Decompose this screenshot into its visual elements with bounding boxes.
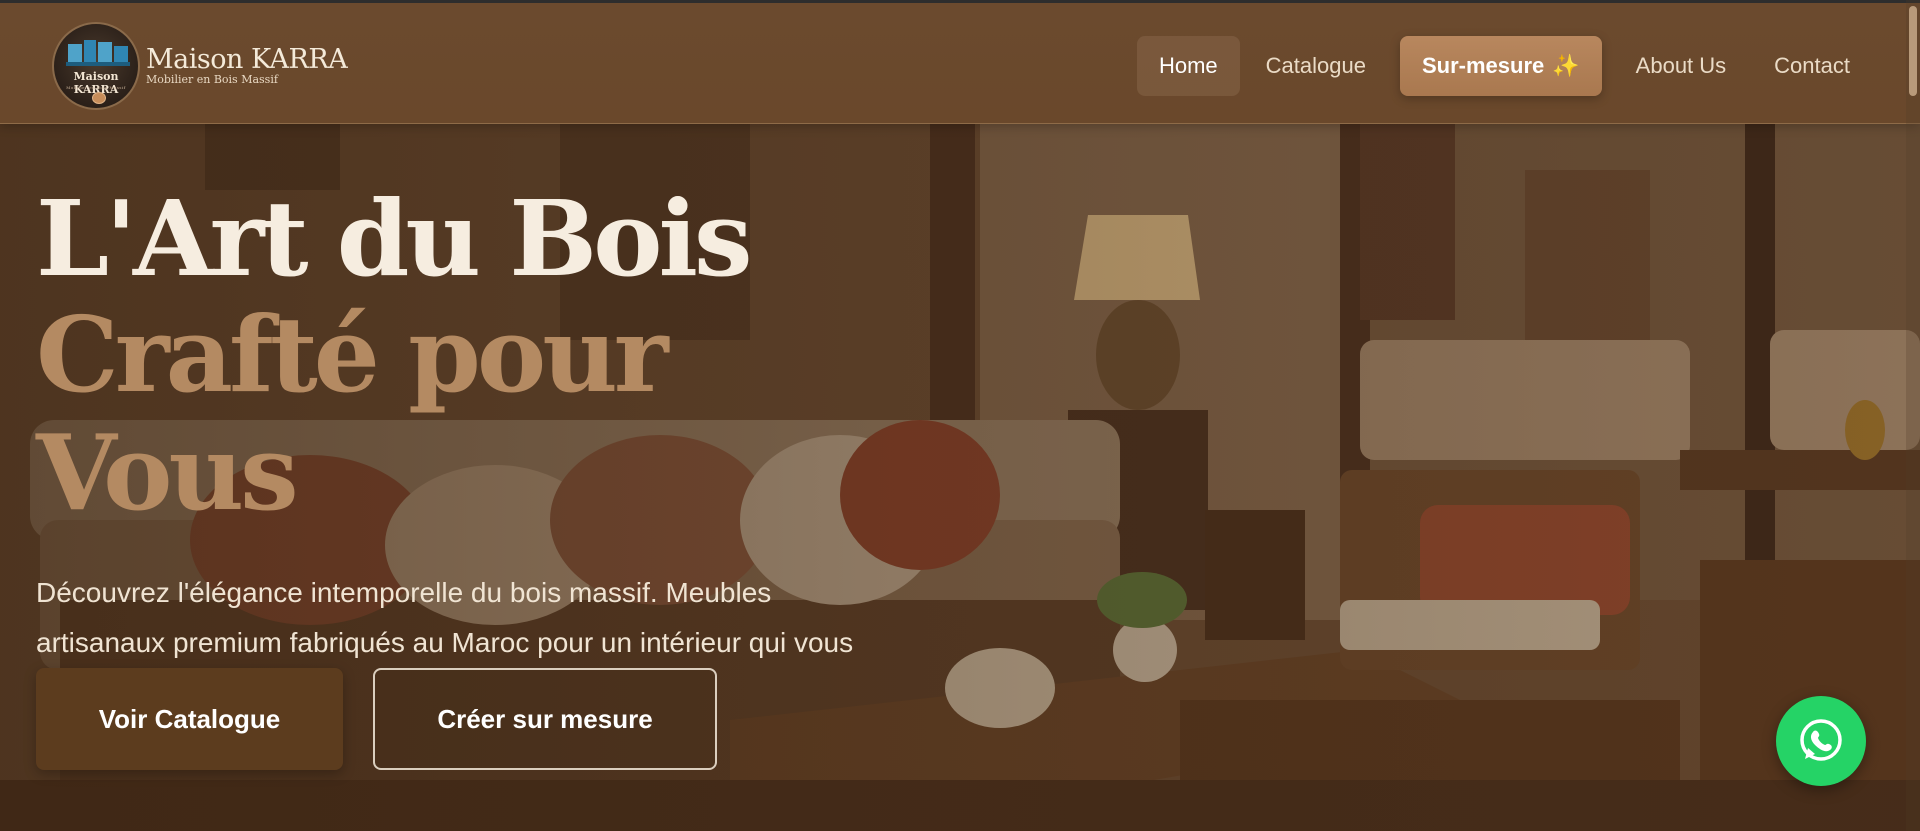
nav-home-label: Home [1158, 53, 1218, 78]
main-nav: Home Catalogue Sur-mesure ✨ About Us Cont… [1133, 36, 1872, 96]
nav-sur-mesure[interactable]: Sur-mesure ✨ [1399, 36, 1602, 96]
nav-contact[interactable]: Contact [1752, 36, 1872, 96]
creer-sur-mesure-button[interactable]: Créer sur mesure [373, 668, 717, 770]
whatsapp-icon [1800, 719, 1842, 761]
logo-disc [92, 92, 106, 104]
scrollbar-thumb[interactable] [1909, 6, 1917, 96]
voir-catalogue-button[interactable]: Voir Catalogue [36, 668, 343, 770]
brand-logo: Maison KARRA Mobilier en Bois Massif [52, 22, 140, 110]
brand-title: Maison KARRA [146, 44, 348, 75]
logo-sub: Mobilier en Bois Massif [66, 85, 126, 90]
brand-link[interactable]: Maison KARRA Mobilier en Bois Massif Mai… [52, 22, 348, 110]
nav-contact-label: Contact [1774, 53, 1850, 78]
page-scrollbar[interactable] [1906, 0, 1920, 831]
sparkles-icon: ✨ [1552, 53, 1580, 78]
brand-text: Maison KARRA Mobilier en Bois Massif [146, 44, 348, 86]
nav-catalogue-label: Catalogue [1265, 53, 1366, 78]
nav-sur-mesure-label: Sur-mesure [1421, 53, 1545, 78]
nav-home[interactable]: Home [1136, 36, 1240, 96]
whatsapp-button[interactable] [1776, 696, 1866, 786]
nav-about-us-label: About Us [1635, 53, 1727, 78]
hero-content: L'Art du Bois Crafté pour Vous Découvrez… [36, 180, 936, 718]
nav-about-us[interactable]: About Us [1614, 36, 1749, 96]
top-navbar: Maison KARRA Mobilier en Bois Massif Mai… [0, 0, 1920, 124]
hero-headline-line2: Crafté pour Vous [36, 293, 669, 534]
brand-tagline: Mobilier en Bois Massif [146, 73, 278, 86]
chairs-icon [66, 40, 130, 66]
hero-cta-row: Voir Catalogue Créer sur mesure [36, 668, 717, 770]
hero-headline-line1: L'Art du Bois [36, 177, 753, 300]
nav-catalogue[interactable]: Catalogue [1244, 36, 1388, 96]
